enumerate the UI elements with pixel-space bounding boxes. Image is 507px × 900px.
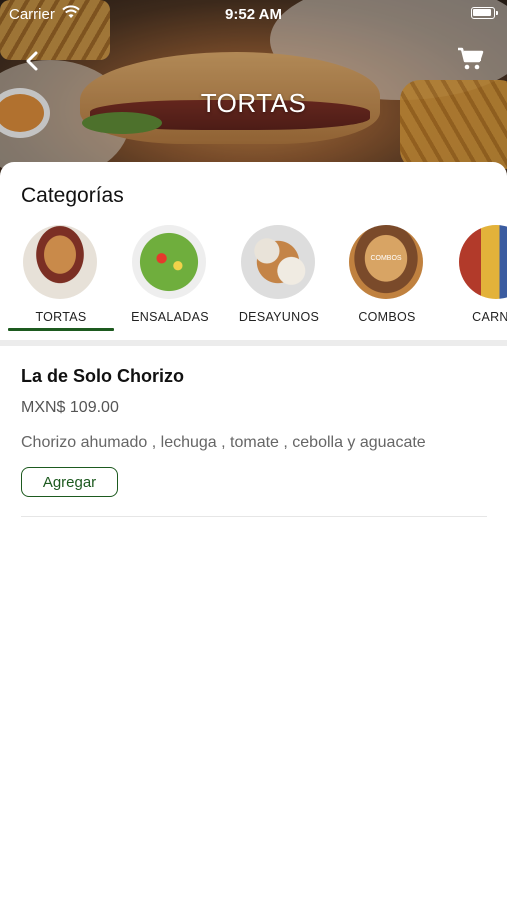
category-label: COMBOS [358, 310, 416, 324]
product-divider [21, 516, 487, 517]
category-image-text: COMBOS [370, 255, 402, 262]
category-label: CARNIC [472, 310, 507, 324]
selected-indicator [8, 328, 114, 331]
content-card: Categorías TORTAS ENSALADAS DESAYUNOS CO… [0, 162, 507, 900]
product-item: La de Solo Chorizo MXN$ 109.00 Chorizo a… [0, 346, 507, 518]
categories-title: Categorías [21, 184, 124, 207]
category-image-combos: COMBOS [349, 225, 423, 299]
category-image-tortas [23, 225, 97, 299]
category-item-desayunos[interactable]: DESAYUNOS [224, 224, 334, 332]
page-title: TORTAS [200, 88, 307, 118]
chevron-left-icon[interactable] [18, 46, 48, 76]
category-item-carnic[interactable]: CARNIC [442, 224, 507, 332]
status-time: 9:52 AM [225, 6, 282, 23]
category-label: DESAYUNOS [238, 310, 320, 324]
product-name: La de Solo Chorizo [21, 366, 185, 386]
category-image-desayunos [241, 225, 315, 299]
product-price: MXN$ 109.00 [21, 399, 119, 416]
category-label: TORTAS [35, 310, 87, 324]
category-item-ensaladas[interactable]: ENSALADAS [115, 224, 225, 332]
category-image-ensaladas [132, 225, 206, 299]
category-item-tortas[interactable]: TORTAS [6, 224, 116, 332]
battery-icon [471, 7, 498, 19]
category-image-carnic [459, 225, 507, 299]
category-item-combos[interactable]: COMBOS COMBOS [332, 224, 442, 332]
product-description: Chorizo ahumado , lechuga , tomate , ceb… [21, 434, 426, 451]
cart-icon[interactable] [457, 46, 485, 72]
status-bar: Carrier 9:52 AM [0, 0, 507, 28]
category-label: ENSALADAS [131, 310, 209, 324]
add-button[interactable]: Agregar [21, 467, 118, 497]
category-carousel[interactable]: TORTAS ENSALADAS DESAYUNOS COMBOS COMBOS… [0, 224, 507, 332]
